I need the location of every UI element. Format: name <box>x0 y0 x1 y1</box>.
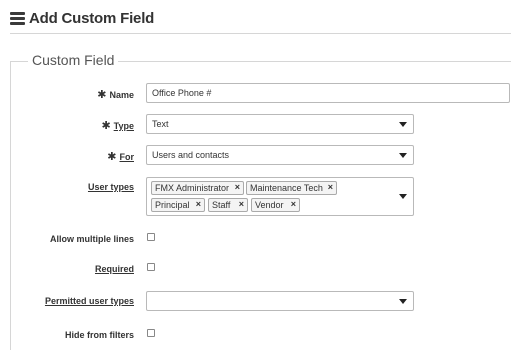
chevron-down-icon <box>399 122 407 127</box>
for-label: ✱ For <box>107 151 134 163</box>
permitted-user-types-label: Permitted user types <box>44 296 134 306</box>
remove-tag-icon[interactable]: × <box>239 199 244 209</box>
hide-from-filters-checkbox[interactable] <box>147 329 155 337</box>
user-type-tag: Maintenance Tech × <box>246 181 337 195</box>
fieldset-legend: Custom Field <box>28 52 119 68</box>
name-input[interactable]: Office Phone # <box>146 83 510 103</box>
permitted-user-types-select[interactable] <box>146 291 414 311</box>
page-title: Add Custom Field <box>10 8 154 28</box>
allow-multiple-lines-label: Allow multiple lines <box>49 234 134 244</box>
for-select[interactable]: Users and contacts <box>146 145 414 165</box>
type-label: ✱ Type <box>101 120 134 132</box>
required-marker-icon: ✱ <box>107 151 117 163</box>
allow-multiple-lines-checkbox[interactable] <box>147 233 155 241</box>
user-type-tag: Vendor × <box>251 198 300 212</box>
chevron-down-icon <box>399 194 407 199</box>
chevron-down-icon <box>399 153 407 158</box>
chevron-down-icon <box>399 299 407 304</box>
user-type-tag: FMX Administrator × <box>151 181 244 195</box>
for-select-value: Users and contacts <box>152 150 230 160</box>
list-icon <box>10 11 25 25</box>
type-select-value: Text <box>152 119 169 129</box>
required-checkbox[interactable] <box>147 263 155 271</box>
remove-tag-icon[interactable]: × <box>196 199 201 209</box>
title-divider <box>10 33 511 34</box>
type-select[interactable]: Text <box>146 114 414 134</box>
remove-tag-icon[interactable]: × <box>235 182 240 192</box>
user-types-multiselect[interactable]: FMX Administrator × Maintenance Tech × P… <box>146 177 414 216</box>
name-input-value: Office Phone # <box>152 88 212 98</box>
user-type-tag: Staff × <box>208 198 248 212</box>
hide-from-filters-label: Hide from filters <box>64 330 134 340</box>
required-marker-icon: ✱ <box>97 89 107 101</box>
name-label: ✱ Name <box>97 89 134 101</box>
user-type-tag: Principal × <box>151 198 205 212</box>
page-title-text: Add Custom Field <box>29 9 155 27</box>
remove-tag-icon[interactable]: × <box>328 182 333 192</box>
required-marker-icon: ✱ <box>101 120 111 132</box>
required-label: Required <box>94 264 134 274</box>
remove-tag-icon[interactable]: × <box>291 199 296 209</box>
user-types-label: User types <box>87 182 134 192</box>
